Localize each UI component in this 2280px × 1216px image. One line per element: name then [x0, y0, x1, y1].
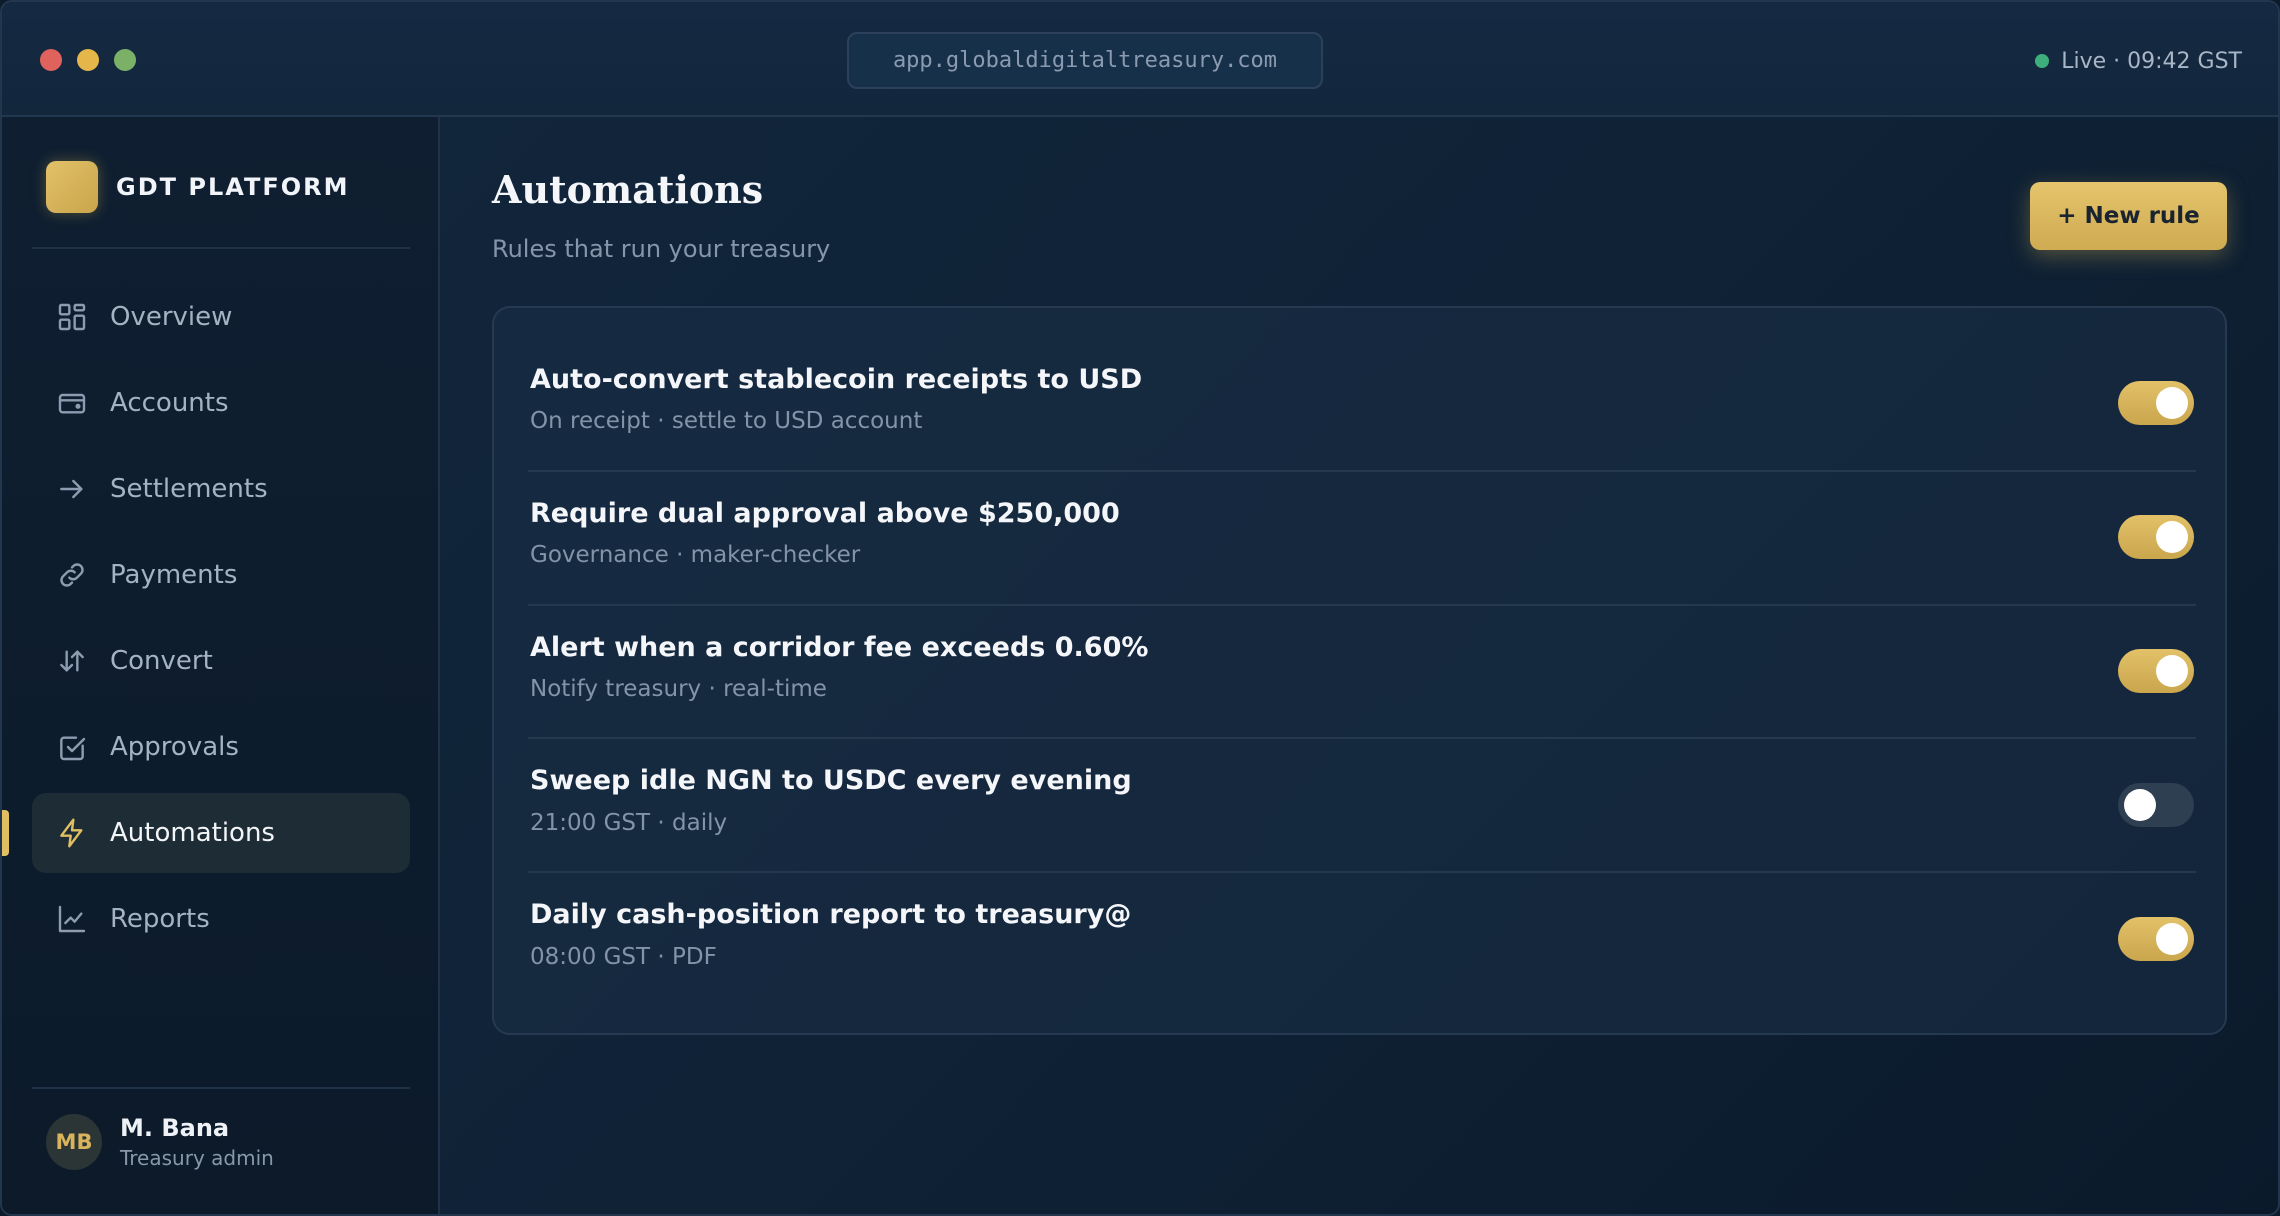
sidebar-item-reports[interactable]: Reports — [32, 879, 410, 959]
page-title: Automations — [492, 167, 764, 212]
sidebar-item-label: Reports — [110, 904, 210, 934]
sidebar-item-label: Automations — [110, 818, 275, 848]
app-window: app.globaldigitaltreasury.com Live · 09:… — [0, 0, 2280, 1216]
maximize-window-button[interactable] — [114, 49, 136, 71]
sidebar-item-overview[interactable]: Overview — [32, 277, 410, 357]
sidebar-item-approvals[interactable]: Approvals — [32, 707, 410, 787]
avatar: MB — [46, 1114, 102, 1170]
swap-vertical-icon — [60, 650, 84, 672]
automation-rules-list: Auto-convert stablecoin receipts to USD … — [492, 306, 2227, 1035]
wallet-icon — [58, 393, 86, 414]
checkbox-icon — [60, 736, 86, 761]
sidebar-item-label: Approvals — [110, 732, 239, 762]
rule-toggle[interactable] — [2118, 381, 2194, 425]
rule-subtitle: Governance · maker-checker — [530, 542, 861, 568]
sidebar: GDT PLATFORM Overview Accounts Settlemen… — [2, 117, 440, 1214]
brand-name: GDT PLATFORM — [116, 173, 350, 201]
toggle-knob — [2156, 923, 2188, 955]
user-profile[interactable]: MB M. Bana Treasury admin — [46, 1114, 274, 1170]
link-icon — [60, 563, 84, 587]
list-item: Auto-convert stablecoin receipts to USD … — [528, 308, 2196, 472]
toggle-knob — [2156, 521, 2188, 553]
brand-logo-icon — [46, 161, 98, 213]
sidebar-item-label: Payments — [110, 560, 238, 590]
live-status-text: Live · 09:42 GST — [2061, 48, 2242, 74]
toggle-knob — [2124, 789, 2156, 821]
rule-subtitle: 08:00 GST · PDF — [530, 944, 717, 970]
brand[interactable]: GDT PLATFORM — [46, 161, 349, 213]
toggle-knob — [2156, 655, 2188, 687]
rule-title: Require dual approval above $250,000 — [530, 498, 1120, 529]
list-item: Require dual approval above $250,000 Gov… — [528, 472, 2196, 606]
grid-icon — [58, 303, 86, 331]
rule-toggle[interactable] — [2118, 917, 2194, 961]
window-controls — [40, 49, 136, 71]
rule-subtitle: 21:00 GST · daily — [530, 810, 728, 836]
sidebar-item-automations[interactable]: Automations — [2, 793, 410, 873]
rule-subtitle: On receipt · settle to USD account — [530, 408, 923, 434]
sidebar-item-convert[interactable]: Convert — [32, 621, 410, 701]
list-item: Alert when a corridor fee exceeds 0.60% … — [528, 606, 2196, 739]
rule-title: Daily cash-position report to treasury@ — [530, 899, 1132, 930]
active-indicator — [2, 810, 9, 856]
rule-title: Sweep idle NGN to USDC every evening — [530, 765, 1132, 796]
title-bar: app.globaldigitaltreasury.com Live · 09:… — [2, 2, 2278, 117]
sidebar-item-label: Overview — [110, 302, 233, 332]
sidebar-item-payments[interactable]: Payments — [32, 535, 410, 615]
sidebar-item-label: Settlements — [110, 474, 268, 504]
live-indicator-icon — [2035, 54, 2050, 68]
sidebar-item-settlements[interactable]: Settlements — [32, 449, 410, 529]
rule-toggle[interactable] — [2118, 783, 2194, 827]
list-item: Sweep idle NGN to USDC every evening 21:… — [528, 739, 2196, 873]
sidebar-divider — [32, 1087, 410, 1089]
line-chart-icon — [58, 905, 86, 933]
rule-toggle[interactable] — [2118, 515, 2194, 559]
sidebar-divider — [32, 247, 410, 249]
sidebar-item-label: Convert — [110, 646, 213, 676]
close-window-button[interactable] — [40, 49, 62, 71]
minimize-window-button[interactable] — [77, 49, 99, 71]
user-name: M. Bana — [120, 1114, 230, 1142]
rule-title: Alert when a corridor fee exceeds 0.60% — [530, 632, 1149, 663]
arrow-right-icon — [60, 479, 83, 499]
new-rule-button[interactable]: + New rule — [2030, 182, 2227, 250]
list-item: Daily cash-position report to treasury@ … — [528, 873, 2196, 1033]
live-status: Live · 09:42 GST — [2035, 42, 2242, 80]
sidebar-item-label: Accounts — [110, 388, 229, 418]
address-bar[interactable]: app.globaldigitaltreasury.com — [847, 32, 1323, 89]
page-subtitle: Rules that run your treasury — [492, 235, 831, 263]
sidebar-item-accounts[interactable]: Accounts — [32, 363, 410, 443]
user-role: Treasury admin — [120, 1146, 274, 1170]
rule-subtitle: Notify treasury · real-time — [530, 676, 827, 702]
rule-toggle[interactable] — [2118, 649, 2194, 693]
sidebar-nav: Overview Accounts Settlements Payments C… — [2, 277, 410, 965]
rule-title: Auto-convert stablecoin receipts to USD — [530, 364, 1143, 395]
toggle-knob — [2156, 387, 2188, 419]
lightning-icon — [60, 818, 83, 848]
